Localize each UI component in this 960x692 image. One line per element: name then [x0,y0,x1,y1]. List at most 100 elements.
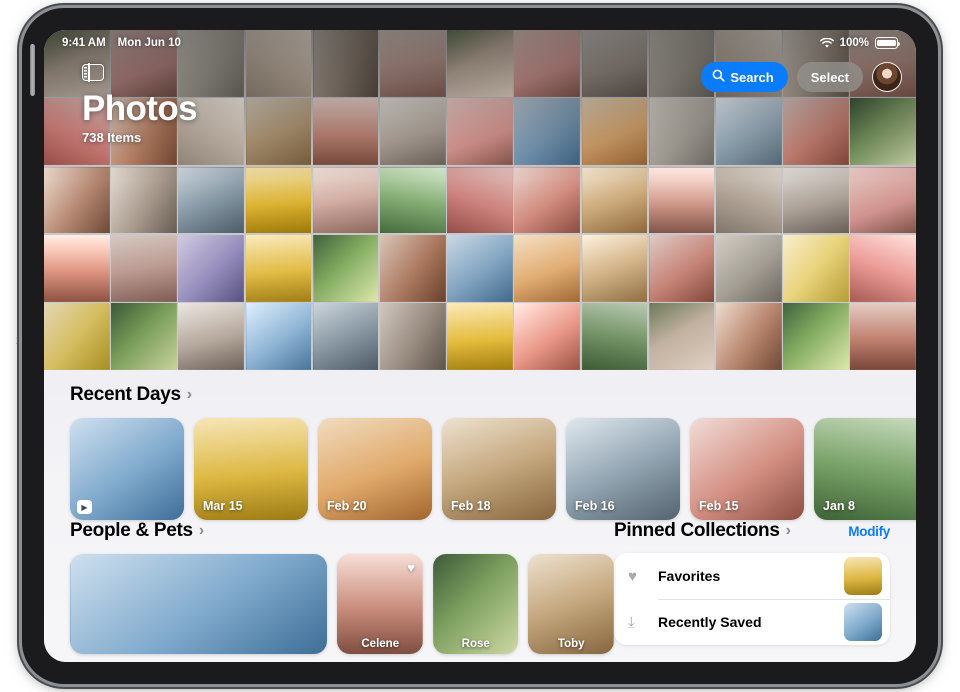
people-pet-card[interactable]: Toby [528,554,614,654]
photo-thumbnail[interactable] [514,166,581,234]
photo-thumbnail[interactable] [245,234,312,302]
photo-thumbnail[interactable] [245,166,312,234]
recent-day-card[interactable]: Feb 18 [442,418,556,520]
photo-thumbnail[interactable] [178,166,245,234]
recent-day-card[interactable]: Feb 16 [566,418,680,520]
modify-button[interactable]: Modify [848,524,890,539]
people-pet-name: Celene [361,638,400,650]
photo-thumbnail[interactable] [312,234,379,302]
content-area: Recent Days › ▶ Mar 15 Feb 20 Feb 18 Feb 16 F… [44,370,916,662]
pinned-collection-row[interactable]: ⤓ Recently Saved [614,599,890,645]
photo-thumbnail[interactable] [783,303,849,370]
photo-thumbnail[interactable] [581,98,648,166]
photo-thumbnail[interactable] [514,303,581,370]
photo-thumbnail[interactable] [850,234,916,302]
photo-thumbnail[interactable] [312,166,379,234]
wifi-icon [819,37,834,49]
photo-thumbnail[interactable] [178,303,245,370]
sidebar-panel-icon[interactable] [82,63,104,82]
battery-icon [875,37,901,49]
photo-thumbnail[interactable] [447,303,513,370]
people-pet-card[interactable] [70,554,328,654]
photo-thumbnail[interactable] [581,234,648,302]
chevron-right-icon: › [785,522,791,539]
lower-sections: People & Pets › ♥ Celene Rose Toby Pinned C… [44,520,916,654]
select-button[interactable]: Select [796,62,863,92]
photo-thumbnail[interactable] [111,234,177,302]
volume-button[interactable] [30,44,35,96]
photo-thumbnail[interactable] [648,234,715,302]
photo-thumbnail[interactable] [514,234,581,302]
search-button[interactable]: Search [701,62,788,92]
select-button-label: Select [810,69,849,85]
photo-thumbnail[interactable] [312,303,379,370]
pinned-collection-thumbnail [844,557,882,595]
photo-thumbnail[interactable] [379,303,446,370]
photo-thumbnail[interactable] [178,234,245,302]
recent-day-label: Feb 15 [699,499,739,513]
battery-percent: 100% [839,37,869,49]
recent-days-heading[interactable]: Recent Days › [70,384,916,406]
recent-day-card[interactable]: Feb 20 [318,418,432,520]
pinned-collection-row[interactable]: ♥ Favorites [614,553,890,599]
photo-thumbnail[interactable] [715,234,782,302]
photo-thumbnail[interactable] [715,98,782,166]
photo-thumbnail[interactable] [44,234,110,302]
pinned-collection-thumbnail [844,603,882,641]
people-pets-label: People & Pets [70,520,193,541]
photo-thumbnail[interactable] [312,98,379,166]
photo-thumbnail[interactable] [648,303,715,370]
photo-thumbnail[interactable] [648,166,715,234]
photo-thumbnail[interactable] [44,303,110,370]
photo-thumbnail[interactable] [783,234,849,302]
photo-thumbnail[interactable] [245,98,312,166]
photo-thumbnail[interactable] [783,166,849,234]
people-pets-row[interactable]: ♥ Celene Rose Toby [70,554,614,654]
photo-thumbnail[interactable] [850,166,916,234]
ipad-screen: 9:41 AM Mon Jun 10 100% Search Select Ph… [44,30,916,662]
photo-thumbnail[interactable] [447,234,513,302]
pinned-collections-list: ♥ Favorites ⤓ Recently Saved [614,553,890,645]
photo-thumbnail[interactable] [581,303,648,370]
recent-day-card[interactable]: Feb 15 [690,418,804,520]
pinned-collections-section: Pinned Collections › Modify ♥ Favorites ⤓ R… [614,520,916,654]
pinned-collections-heading: Pinned Collections › Modify [614,520,890,542]
photo-thumbnail[interactable] [715,166,782,234]
photo-thumbnail[interactable] [648,98,715,166]
search-button-label: Search [730,69,774,85]
photo-thumbnail[interactable] [447,166,513,234]
recently-saved-icon: ⤓ [628,613,635,631]
people-pet-name: Rose [461,638,490,650]
photo-thumbnail[interactable] [379,98,446,166]
recent-day-card[interactable]: Mar 15 [194,418,308,520]
photo-thumbnail[interactable] [514,98,581,166]
status-date: Mon Jun 10 [117,37,181,49]
header-controls: Search Select [701,62,902,92]
photo-thumbnail[interactable] [44,166,110,234]
recent-day-card[interactable]: ▶ [70,418,184,520]
recent-day-label: Jan 8 [823,499,855,513]
people-pets-heading[interactable]: People & Pets › [70,520,614,542]
recent-days-carousel[interactable]: ▶Mar 15Feb 20Feb 18Feb 16Feb 15Jan 8N [44,418,916,520]
people-pet-card[interactable]: ♥ Celene [337,554,423,654]
photo-thumbnail[interactable] [850,98,916,166]
photo-thumbnail[interactable] [111,166,177,234]
chevron-right-icon: › [198,522,204,539]
avatar[interactable] [872,62,902,92]
page-title: Photos [82,89,198,128]
search-icon [712,69,725,85]
photo-thumbnail[interactable] [447,98,513,166]
pinned-collections-label[interactable]: Pinned Collections [614,520,780,542]
photo-thumbnail[interactable] [850,303,916,370]
photo-thumbnail[interactable] [715,303,782,370]
photo-thumbnail[interactable] [581,166,648,234]
people-pet-card[interactable]: Rose [432,554,519,654]
photo-thumbnail[interactable] [379,166,446,234]
recent-days-label: Recent Days [70,384,181,405]
photo-thumbnail[interactable] [783,98,849,166]
photo-thumbnail[interactable] [245,303,312,370]
item-count: 738 Items [82,129,142,145]
photo-thumbnail[interactable] [111,303,177,370]
photo-thumbnail[interactable] [379,234,446,302]
recent-day-card[interactable]: Jan 8 [814,418,916,520]
